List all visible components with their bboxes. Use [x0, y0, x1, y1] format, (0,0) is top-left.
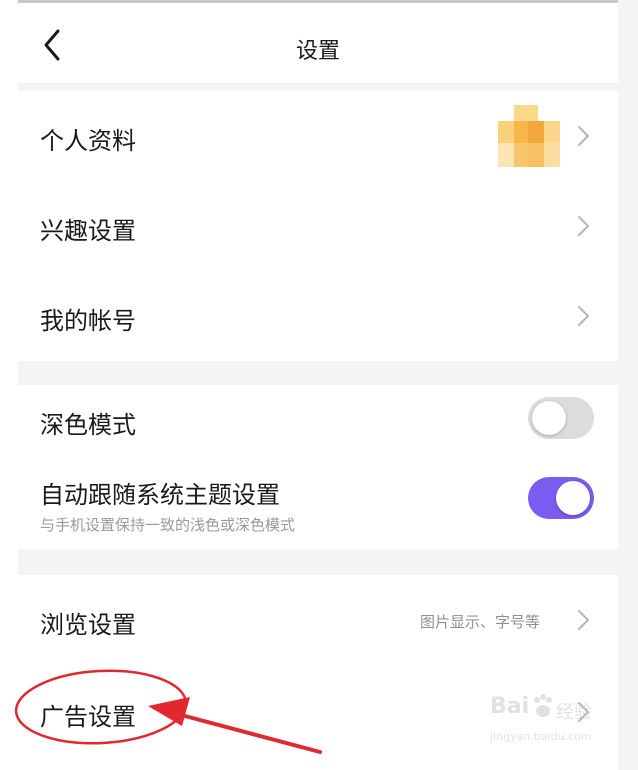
follow-system-toggle[interactable]	[528, 477, 594, 519]
dark-mode-toggle[interactable]	[528, 397, 594, 439]
right-edge	[618, 0, 638, 770]
section-divider	[18, 83, 618, 91]
row-label: 自动跟随系统主题设置	[40, 481, 280, 509]
left-edge	[0, 0, 18, 770]
row-label: 浏览设置	[40, 611, 136, 639]
row-label: 广告设置	[40, 703, 136, 731]
settings-row-follow-system: 自动跟随系统主题设置 与手机设置保持一致的浅色或深色模式	[18, 455, 618, 549]
watermark-url: jingyan.baidu.com	[490, 730, 592, 743]
watermark-suffix: 经验	[556, 702, 592, 723]
chevron-right-icon	[578, 306, 589, 326]
chevron-right-icon	[578, 126, 589, 146]
page-title: 设置	[295, 39, 340, 64]
avatar[interactable]	[498, 105, 560, 167]
chevron-right-icon	[578, 216, 589, 236]
baidu-watermark: Bai 经验 jingyan.baidu.com	[490, 692, 620, 754]
settings-row-browse[interactable]: 浏览设置 图片显示、字号等	[18, 575, 618, 665]
toggle-knob	[556, 481, 590, 515]
watermark-brand: Bai	[490, 694, 530, 719]
row-label: 深色模式	[40, 411, 136, 439]
settings-screen: 设置 个人资料 兴趣设置 我的帐号 深色模式 自动跟随系统主题设置 与手机设置保…	[0, 0, 638, 770]
settings-row-account[interactable]: 我的帐号	[18, 271, 618, 361]
row-label: 我的帐号	[40, 307, 136, 335]
settings-row-profile[interactable]: 个人资料	[18, 91, 618, 181]
section-divider	[18, 549, 618, 575]
paw-icon	[534, 694, 552, 717]
header-bar: 设置	[18, 3, 618, 83]
row-hint: 图片显示、字号等	[419, 613, 540, 631]
settings-row-interests[interactable]: 兴趣设置	[18, 181, 618, 271]
settings-row-dark-mode: 深色模式	[18, 385, 618, 455]
toggle-knob	[532, 401, 566, 435]
section-divider	[18, 361, 618, 385]
row-label: 兴趣设置	[40, 217, 136, 245]
chevron-right-icon	[578, 610, 589, 630]
row-label: 个人资料	[40, 127, 136, 155]
row-subtitle: 与手机设置保持一致的浅色或深色模式	[40, 516, 296, 534]
